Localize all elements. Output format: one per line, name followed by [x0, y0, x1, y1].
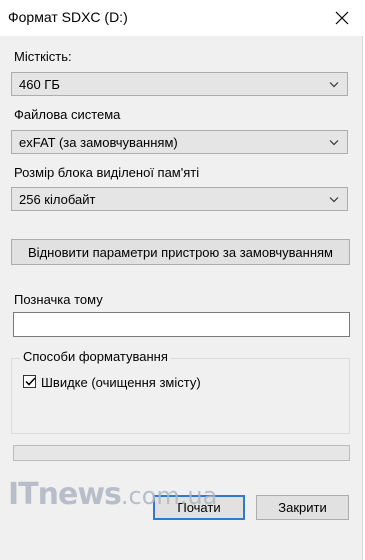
- capacity-value: 460 ГБ: [19, 77, 60, 92]
- filesystem-value: exFAT (за замовчуванням): [19, 135, 178, 150]
- filesystem-label: Файлова система: [14, 107, 121, 122]
- chevron-down-icon: [329, 82, 339, 88]
- allocation-value: 256 кілобайт: [19, 192, 96, 207]
- chevron-down-icon: [329, 197, 339, 203]
- checkmark-icon: [25, 377, 36, 386]
- format-progress-bar: [13, 445, 350, 461]
- close-button[interactable]: Закрити: [256, 495, 349, 520]
- volume-label-input[interactable]: [13, 312, 350, 337]
- format-options-title: Способи форматування: [20, 349, 171, 364]
- filesystem-select[interactable]: exFAT (за замовчуванням): [11, 130, 348, 154]
- quick-format-label[interactable]: Швидке (очищення змісту): [41, 375, 201, 390]
- allocation-select[interactable]: 256 кілобайт: [11, 187, 348, 211]
- capacity-label: Місткість:: [14, 49, 72, 64]
- restore-defaults-button[interactable]: Відновити параметри пристрою за замовчув…: [11, 239, 350, 265]
- capacity-select[interactable]: 460 ГБ: [11, 72, 348, 96]
- watermark-logo: ITnews.com.ua: [8, 477, 217, 512]
- close-window-button[interactable]: [319, 0, 365, 36]
- close-icon: [335, 11, 349, 25]
- volume-label: Позначка тому: [14, 292, 103, 307]
- window-title: Формат SDXC (D:): [8, 9, 128, 25]
- chevron-down-icon: [329, 140, 339, 146]
- format-options-group: [11, 358, 350, 434]
- allocation-label: Розмір блока виділеної пам'яті: [14, 165, 200, 180]
- title-bar: Формат SDXC (D:): [0, 0, 365, 36]
- watermark-main: ITnews: [8, 477, 122, 512]
- watermark-suffix: .com.ua: [120, 482, 218, 510]
- quick-format-checkbox[interactable]: [23, 375, 36, 388]
